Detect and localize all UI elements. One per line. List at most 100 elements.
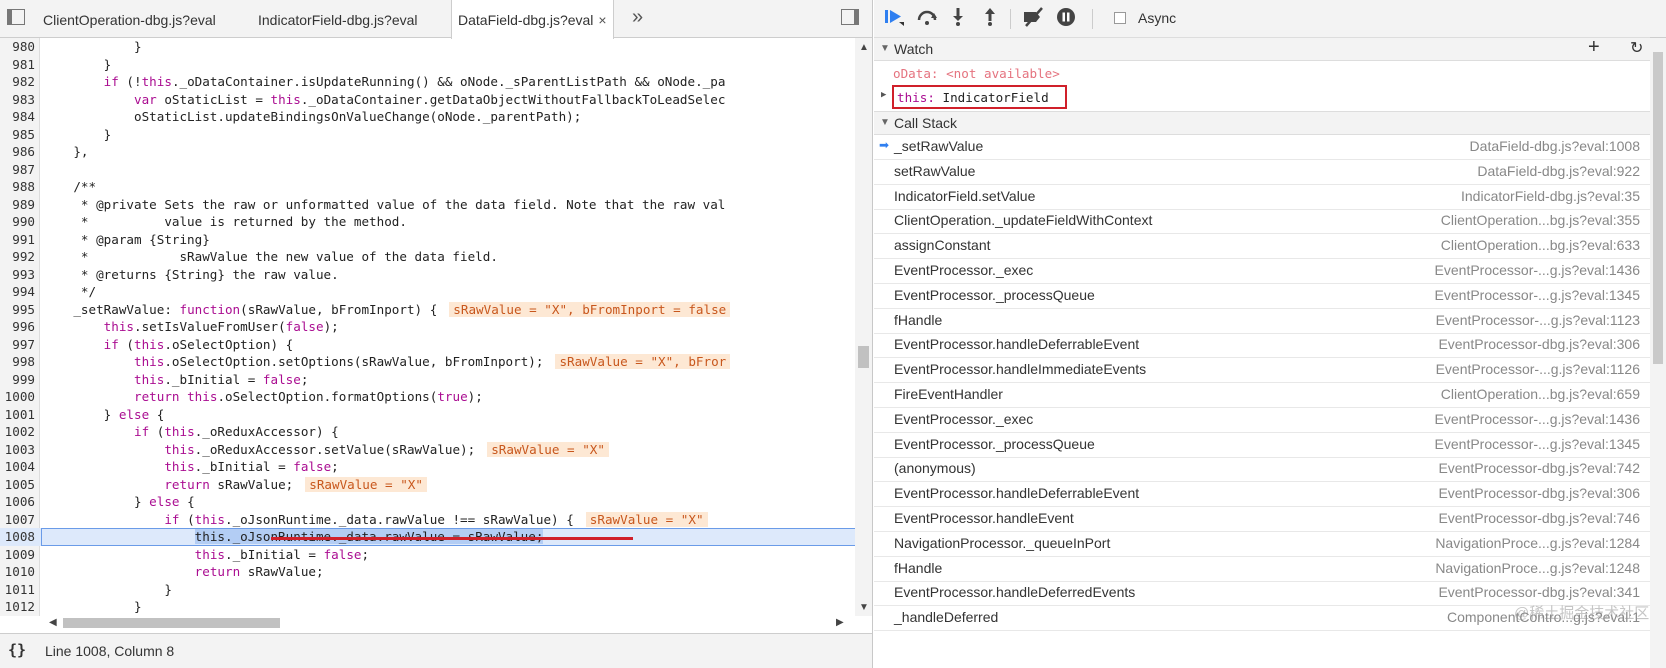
line-number[interactable]: 991 (0, 231, 35, 249)
callstack-frame[interactable]: assignConstant ClientOperation...bg.js?ev… (874, 234, 1650, 260)
code-line[interactable]: 1005 return sRawValue; sRawValue = "X" (0, 476, 856, 494)
callstack-frame[interactable]: ClientOperation._updateFieldWithContext C… (874, 209, 1650, 235)
callstack-frame[interactable]: EventProcessor.handleDeferrableEvent Even… (874, 333, 1650, 359)
code-line[interactable]: 999 this._bInitial = false; (0, 371, 856, 389)
toggle-debugger-icon[interactable] (841, 9, 859, 25)
toggle-navigator-icon[interactable] (7, 9, 25, 25)
callstack-frame[interactable]: setRawValue DataField-dbg.js?eval:922 (874, 160, 1650, 185)
resume-icon[interactable] (884, 7, 906, 31)
callstack-frame[interactable]: IndicatorField.setValue IndicatorField-db… (874, 185, 1650, 210)
line-number[interactable]: 990 (0, 213, 35, 231)
collapse-triangle-icon[interactable]: ▼ (880, 117, 890, 128)
line-number[interactable]: 984 (0, 108, 35, 126)
line-number[interactable]: 1004 (0, 458, 35, 476)
frame-location[interactable]: ClientOperation...bg.js?eval:659 (1441, 386, 1640, 402)
line-number[interactable]: 1011 (0, 581, 35, 599)
line-number[interactable]: 994 (0, 283, 35, 301)
code-line[interactable]: 1002 if (this._oReduxAccessor) { (0, 423, 856, 441)
callstack-frame[interactable]: EventProcessor.handleDeferrableEvent Even… (874, 482, 1650, 508)
code-line[interactable]: 980 } (0, 38, 856, 56)
watch-item[interactable]: ▶ this: IndicatorField (874, 85, 1650, 110)
line-number[interactable]: 985 (0, 126, 35, 144)
frame-location[interactable]: DataField-dbg.js?eval:922 (1477, 163, 1640, 179)
collapse-triangle-icon[interactable]: ▼ (880, 43, 890, 54)
line-number[interactable]: 1008 (0, 528, 35, 546)
scroll-thumb[interactable] (63, 618, 280, 628)
frame-location[interactable]: EventProcessor-...g.js?eval:1126 (1436, 361, 1640, 377)
code-line[interactable]: 993 * @returns {String} the raw value. (0, 266, 856, 284)
sidebar-scrollbar[interactable] (1650, 38, 1666, 668)
code-line[interactable]: 988 /** (0, 178, 856, 196)
line-number[interactable]: 983 (0, 91, 35, 109)
line-number[interactable]: 1006 (0, 493, 35, 511)
code-line[interactable]: 1009 this._bInitial = false; (0, 546, 856, 564)
frame-location[interactable]: EventProcessor-dbg.js?eval:742 (1438, 460, 1640, 476)
frame-location[interactable]: NavigationProce...g.js?eval:1248 (1435, 560, 1640, 576)
line-number[interactable]: 1005 (0, 476, 35, 494)
frame-location[interactable]: EventProcessor-dbg.js?eval:341 (1438, 584, 1640, 600)
code-line[interactable]: 1010 return sRawValue; (0, 563, 856, 581)
close-tab-icon[interactable]: × (598, 12, 606, 28)
callstack-frame[interactable]: ➡ _setRawValue DataField-dbg.js?eval:1008 (874, 135, 1650, 160)
frame-location[interactable]: EventProcessor-...g.js?eval:1345 (1435, 287, 1640, 303)
tab-datafield[interactable]: DataField-dbg.js?eval × (451, 0, 614, 39)
code-line[interactable]: 989 * @private Sets the raw or unformatt… (0, 196, 856, 214)
code-line[interactable]: 997 if (this.oSelectOption) { (0, 336, 856, 354)
step-over-icon[interactable] (916, 7, 938, 31)
frame-location[interactable]: EventProcessor-dbg.js?eval:306 (1438, 336, 1640, 352)
code-line[interactable]: 990 * value is returned by the method. (0, 213, 856, 231)
editor-vertical-scrollbar[interactable]: ▲ ▼ (855, 38, 872, 616)
code-line[interactable]: 995 _setRawValue: function(sRawValue, bF… (0, 301, 856, 319)
frame-location[interactable]: IndicatorField-dbg.js?eval:35 (1461, 188, 1640, 204)
code-line[interactable]: 1011 } (0, 581, 856, 599)
line-number[interactable]: 986 (0, 143, 35, 161)
callstack-frame[interactable]: NavigationProcessor._queueInPort Navigati… (874, 532, 1650, 557)
line-number[interactable]: 995 (0, 301, 35, 319)
code-line[interactable]: 1006 } else { (0, 493, 856, 511)
callstack-frame[interactable]: EventProcessor._exec EventProcessor-...g.… (874, 259, 1650, 284)
frame-location[interactable]: EventProcessor-...g.js?eval:1123 (1436, 312, 1640, 328)
line-number[interactable]: 997 (0, 336, 35, 354)
code-line[interactable]: 1003 this._oReduxAccessor.setValue(sRawV… (0, 441, 856, 459)
line-number[interactable]: 1012 (0, 598, 35, 616)
frame-location[interactable]: NavigationProce...g.js?eval:1284 (1435, 535, 1640, 551)
line-number[interactable]: 992 (0, 248, 35, 266)
code-line[interactable]: 1001 } else { (0, 406, 856, 424)
step-into-icon[interactable] (950, 7, 966, 31)
code-line[interactable]: 1000 return this.oSelectOption.formatOpt… (0, 388, 856, 406)
tab-indicatorfield[interactable]: IndicatorField-dbg.js?eval (258, 0, 418, 38)
frame-location[interactable]: EventProcessor-...g.js?eval:1436 (1435, 262, 1640, 278)
scroll-left-icon[interactable]: ◀ (49, 617, 57, 628)
more-tabs-icon[interactable]: » (632, 6, 643, 29)
code-line[interactable]: 994 */ (0, 283, 856, 301)
callstack-frame[interactable]: fHandle NavigationProce...g.js?eval:1248 (874, 557, 1650, 582)
code-line[interactable]: 986 }, (0, 143, 856, 161)
line-number[interactable]: 998 (0, 353, 35, 371)
scroll-thumb[interactable] (1653, 52, 1663, 364)
line-number[interactable]: 989 (0, 196, 35, 214)
line-number[interactable]: 1010 (0, 563, 35, 581)
code-line[interactable]: 996 this.setIsValueFromUser(false); (0, 318, 856, 336)
callstack-frame[interactable]: FireEventHandler ClientOperation...bg.js?… (874, 383, 1650, 408)
frame-location[interactable]: ClientOperation...bg.js?eval:355 (1441, 212, 1640, 228)
callstack-frame[interactable]: (anonymous) EventProcessor-dbg.js?eval:74… (874, 457, 1650, 483)
code-line[interactable]: 984 oStaticList.updateBindingsOnValueCha… (0, 108, 856, 126)
editor-horizontal-scrollbar[interactable]: ◀ ▶ (43, 615, 855, 631)
add-watch-icon[interactable]: + (1588, 36, 1600, 59)
code-line[interactable]: 982 if (!this._oDataContainer.isUpdateRu… (0, 73, 856, 91)
frame-location[interactable]: ClientOperation...bg.js?eval:633 (1441, 237, 1640, 253)
step-out-icon[interactable] (982, 7, 998, 31)
line-number[interactable]: 993 (0, 266, 35, 284)
watch-section-header[interactable]: ▼ Watch + ↻ (874, 36, 1650, 61)
refresh-watch-icon[interactable]: ↻ (1630, 38, 1643, 58)
code-line[interactable]: 983 var oStaticList = this._oDataContain… (0, 91, 856, 109)
frame-location[interactable]: EventProcessor-dbg.js?eval:306 (1438, 485, 1640, 501)
line-number[interactable]: 988 (0, 178, 35, 196)
callstack-frame[interactable]: EventProcessor._exec EventProcessor-...g.… (874, 408, 1650, 433)
scroll-up-icon[interactable]: ▲ (859, 42, 869, 53)
pause-on-exceptions-icon[interactable] (1056, 7, 1076, 31)
tab-clientoperation[interactable]: ClientOperation-dbg.js?eval (43, 0, 216, 38)
line-number[interactable]: 987 (0, 161, 35, 179)
frame-location[interactable]: DataField-dbg.js?eval:1008 (1470, 138, 1640, 154)
line-number[interactable]: 1013 (0, 616, 35, 617)
